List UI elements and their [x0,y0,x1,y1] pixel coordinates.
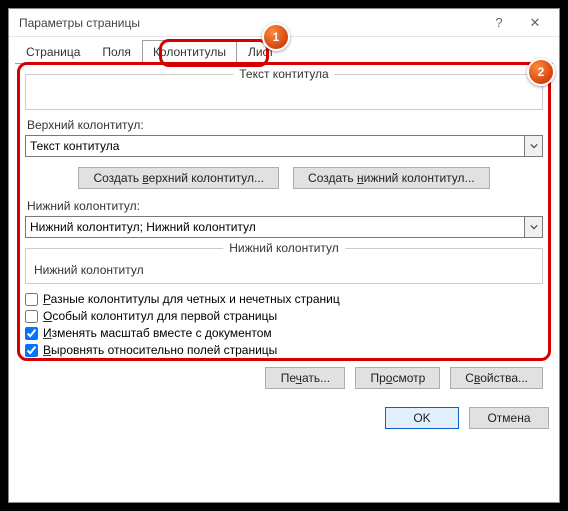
footer-preview-text: Нижний колонтитул [34,263,534,277]
upper-header-label: Верхний колонтитул: [27,118,543,132]
chevron-down-icon [530,223,538,231]
preview-button[interactable]: Просмотр [355,367,440,389]
window-title: Параметры страницы [15,16,481,30]
dialog-buttons: OK Отмена [9,401,559,439]
check-different-odd-even-box[interactable] [25,293,38,306]
lower-footer-value[interactable] [26,217,524,237]
check-first-page[interactable]: Особый колонтитул для первой страницы [25,309,543,323]
check-align-margins-box[interactable] [25,344,38,357]
upper-header-dropdown-button[interactable] [524,136,542,156]
header-preview-title: Текст контитула [233,67,334,81]
tab-margins[interactable]: Поля [91,40,142,64]
check-first-page-box[interactable] [25,310,38,323]
upper-header-combo[interactable] [25,135,543,157]
help-button[interactable]: ? [481,15,517,30]
chevron-down-icon [530,142,538,150]
print-button[interactable]: Печать... [265,367,345,389]
header-preview-box: Текст контитула [25,74,543,110]
create-upper-header-button[interactable]: Создать верхний колонтитул... [78,167,279,189]
tab-panel: 2 Текст контитула Верхний колонтитул: Со… [15,63,553,395]
check-scale-with-doc[interactable]: Изменять масштаб вместе с документом [25,326,543,340]
close-button[interactable]: ✕ [517,15,553,31]
cancel-button[interactable]: Отмена [469,407,549,429]
annotation-badge-2: 2 [527,58,555,86]
lower-footer-dropdown-button[interactable] [524,217,542,237]
check-scale-with-doc-box[interactable] [25,327,38,340]
tab-page[interactable]: Страница [15,40,91,64]
footer-preview-title: Нижний колонтитул [223,241,345,255]
upper-header-value[interactable] [26,136,524,156]
check-align-margins[interactable]: Выровнять относительно полей страницы [25,343,543,357]
tab-headers-footers[interactable]: Колонтитулы [142,40,237,64]
annotation-badge-1: 1 [262,23,290,51]
options-checkboxes: Разные колонтитулы для четных и нечетных… [25,292,543,357]
ok-button[interactable]: OK [385,407,459,429]
create-lower-footer-button[interactable]: Создать нижний колонтитул... [293,167,489,189]
lower-footer-combo[interactable] [25,216,543,238]
lower-footer-label: Нижний колонтитул: [27,199,543,213]
page-setup-dialog: Параметры страницы ? ✕ Страница Поля Кол… [9,9,559,502]
check-different-odd-even[interactable]: Разные колонтитулы для четных и нечетных… [25,292,543,306]
footer-preview-box: Нижний колонтитул Нижний колонтитул [25,248,543,284]
properties-button[interactable]: Свойства... [450,367,543,389]
